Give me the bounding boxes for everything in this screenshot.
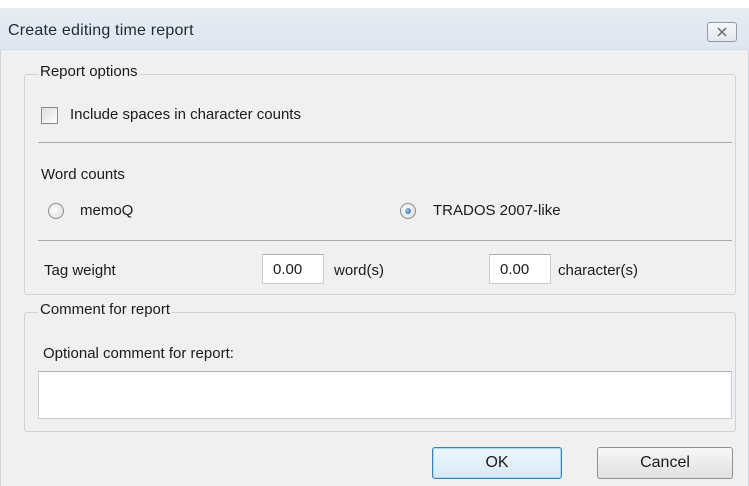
comment-legend: Comment for report (38, 301, 173, 318)
trados-radio[interactable] (400, 203, 416, 219)
close-button[interactable] (707, 22, 737, 42)
window-title: Create editing time report (8, 22, 194, 39)
memoq-radio-label[interactable]: memoQ (80, 202, 133, 219)
include-spaces-label[interactable]: Include spaces in character counts (70, 106, 301, 123)
radio-selected-dot (405, 208, 411, 214)
tag-weight-label: Tag weight (44, 262, 116, 279)
comment-input[interactable] (38, 371, 732, 419)
trados-radio-label[interactable]: TRADOS 2007-like (433, 202, 561, 219)
tag-weight-words-input[interactable]: 0.00 (262, 254, 324, 284)
cancel-button[interactable]: Cancel (597, 447, 733, 479)
separator-2 (38, 240, 732, 241)
comment-field-label: Optional comment for report: (43, 345, 234, 362)
include-spaces-checkbox[interactable] (41, 107, 58, 124)
memoq-radio[interactable] (48, 203, 64, 219)
tag-weight-chars-input[interactable]: 0.00 (489, 254, 551, 284)
word-counts-label: Word counts (41, 166, 125, 183)
chars-unit-label: character(s) (558, 262, 639, 279)
report-options-legend: Report options (38, 63, 140, 80)
words-unit-label: word(s) (334, 262, 385, 279)
close-icon (717, 27, 727, 37)
title-bar: Create editing time report (0, 8, 749, 50)
separator-1 (38, 142, 732, 143)
ok-button[interactable]: OK (432, 447, 562, 479)
